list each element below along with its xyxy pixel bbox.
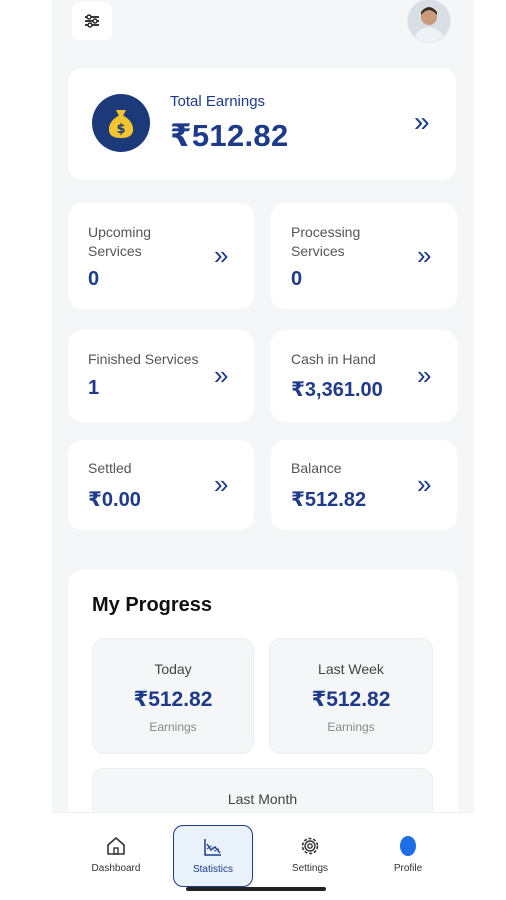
- finished-services-card[interactable]: Finished Services 1 »: [68, 330, 254, 422]
- chevron-right-icon[interactable]: »: [414, 106, 430, 138]
- stat-value: 1: [88, 377, 100, 399]
- profile-icon: [400, 836, 416, 856]
- svg-text:$: $: [116, 122, 125, 137]
- last-week-value: ₹512.82: [311, 688, 391, 711]
- gear-icon: [301, 837, 319, 855]
- last-week-label: Last Week: [318, 661, 384, 677]
- home-indicator: [186, 887, 326, 891]
- money-bag-icon: $: [92, 94, 150, 152]
- stat-value: ₹0.00: [88, 489, 141, 511]
- total-earnings-card[interactable]: $ Total Earnings ₹512.82 »: [68, 68, 456, 180]
- upcoming-services-card[interactable]: Upcoming Services 0 »: [68, 203, 254, 309]
- chevron-right-icon[interactable]: »: [214, 240, 228, 271]
- chevron-right-icon[interactable]: »: [214, 469, 228, 500]
- nav-item-dashboard[interactable]: Dashboard: [76, 825, 156, 887]
- cash-in-hand-card[interactable]: Cash in Hand ₹3,361.00 »: [271, 330, 457, 422]
- user-avatar[interactable]: [408, 0, 450, 42]
- stat-value: 0: [88, 268, 100, 290]
- nav-label: Settings: [291, 863, 329, 874]
- nav-label: Dashboard: [91, 863, 141, 874]
- stat-label: Cash in Hand: [291, 351, 376, 367]
- last-week-earnings-box: Last Week ₹512.82 Earnings: [269, 638, 433, 754]
- processing-services-card[interactable]: Processing Services 0 »: [271, 203, 457, 309]
- chevron-right-icon[interactable]: »: [417, 240, 431, 271]
- chevron-right-icon[interactable]: »: [417, 360, 431, 391]
- today-earnings-box: Today ₹512.82 Earnings: [92, 638, 254, 754]
- total-earnings-value: ₹512.82: [170, 118, 289, 153]
- sliders-icon: [85, 14, 99, 28]
- progress-title: My Progress: [92, 594, 213, 616]
- settled-card[interactable]: Settled ₹0.00 »: [68, 440, 254, 530]
- stat-label: Settled: [88, 460, 132, 476]
- nav-item-settings[interactable]: Settings: [270, 825, 350, 887]
- nav-item-profile[interactable]: Profile: [368, 825, 448, 887]
- nav-label: Statistics: [192, 864, 233, 875]
- last-week-sub: Earnings: [327, 720, 375, 734]
- home-icon: [107, 837, 125, 855]
- chevron-right-icon[interactable]: »: [417, 469, 431, 500]
- chart-icon: [204, 839, 221, 856]
- balance-card[interactable]: Balance ₹512.82 »: [271, 440, 457, 530]
- today-value: ₹512.82: [133, 688, 213, 711]
- stat-value: ₹512.82: [291, 489, 367, 511]
- nav-label: Profile: [393, 863, 423, 874]
- stat-label: Balance: [291, 460, 342, 476]
- menu-button[interactable]: [72, 2, 112, 40]
- total-earnings-label: Total Earnings: [170, 93, 266, 110]
- today-label: Today: [154, 661, 192, 677]
- chevron-right-icon[interactable]: »: [214, 360, 228, 391]
- stat-label: Upcoming Services: [88, 224, 152, 259]
- stat-label: Processing Services: [291, 224, 361, 259]
- nav-item-statistics[interactable]: Statistics: [173, 825, 253, 887]
- app-screen: $ Total Earnings ₹512.82 » Upcoming Servi…: [52, 0, 474, 900]
- stat-value: ₹3,361.00: [291, 379, 383, 401]
- today-sub: Earnings: [149, 720, 197, 734]
- stat-value: 0: [291, 268, 303, 290]
- last-month-label: Last Month: [227, 791, 298, 807]
- stat-label: Finished Services: [88, 351, 199, 367]
